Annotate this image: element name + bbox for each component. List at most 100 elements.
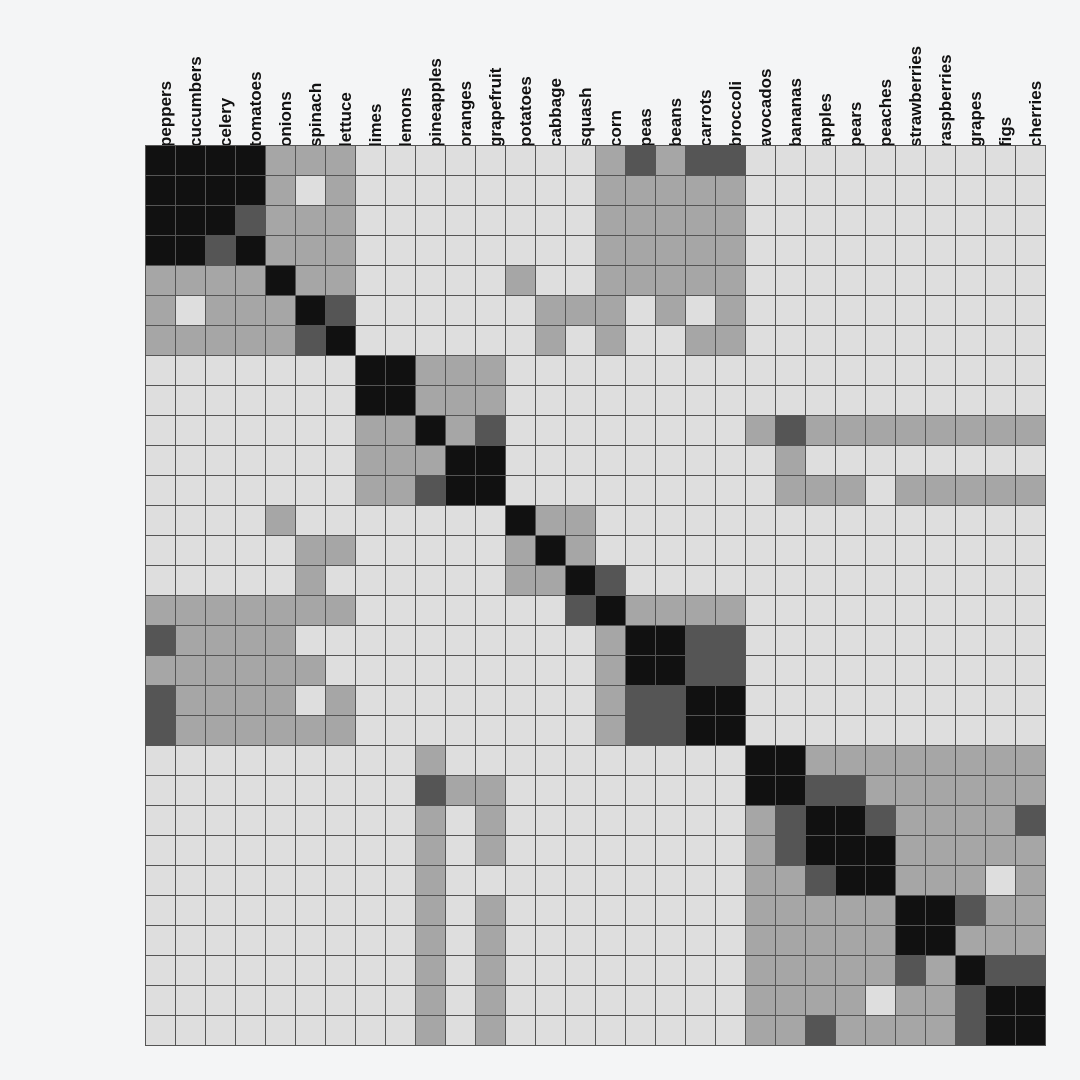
heatmap-cell: [566, 296, 596, 326]
heatmap-cell: [176, 296, 206, 326]
heatmap-cell: [446, 416, 476, 446]
heatmap-cell: [926, 1016, 956, 1046]
heatmap-cell: [1016, 746, 1046, 776]
heatmap-cell: [686, 1016, 716, 1046]
heatmap-cell: [686, 476, 716, 506]
heatmap-cell: [266, 1016, 296, 1046]
heatmap-cell: [716, 956, 746, 986]
heatmap-cell: [386, 206, 416, 236]
x-tick-label: broccoli: [726, 81, 746, 147]
heatmap-cell: [776, 296, 806, 326]
heatmap-cell: [236, 716, 266, 746]
heatmap-cell: [716, 536, 746, 566]
heatmap-cell: [236, 806, 266, 836]
heatmap-cell: [206, 506, 236, 536]
heatmap-cell: [146, 356, 176, 386]
heatmap-cell: [416, 626, 446, 656]
x-tick-label: tomatoes: [246, 71, 266, 147]
heatmap-cell: [566, 806, 596, 836]
heatmap-cell: [266, 176, 296, 206]
heatmap-cell: [506, 656, 536, 686]
heatmap-cell: [956, 296, 986, 326]
heatmap-cell: [716, 146, 746, 176]
heatmap-cell: [236, 386, 266, 416]
heatmap-cell: [476, 986, 506, 1016]
heatmap-cell: [506, 446, 536, 476]
heatmap-cell: [626, 866, 656, 896]
heatmap-cell: [476, 896, 506, 926]
heatmap-cell: [926, 956, 956, 986]
heatmap-cell: [206, 926, 236, 956]
heatmap-cell: [806, 596, 836, 626]
heatmap-cell: [266, 686, 296, 716]
heatmap-cell: [446, 326, 476, 356]
heatmap-cell: [626, 626, 656, 656]
heatmap-cell: [866, 386, 896, 416]
heatmap-cell: [356, 746, 386, 776]
heatmap-cell: [866, 446, 896, 476]
heatmap-cell: [716, 866, 746, 896]
heatmap-cell: [596, 866, 626, 896]
heatmap-cell: [626, 596, 656, 626]
heatmap-cell: [956, 806, 986, 836]
heatmap-cell: [746, 596, 776, 626]
heatmap-cell: [1016, 206, 1046, 236]
heatmap-cell: [416, 866, 446, 896]
heatmap-cell: [446, 296, 476, 326]
heatmap-cell: [956, 326, 986, 356]
heatmap-cell: [236, 596, 266, 626]
heatmap-cell: [806, 686, 836, 716]
heatmap-cell: [746, 206, 776, 236]
heatmap-cell: [296, 656, 326, 686]
heatmap-cell: [956, 716, 986, 746]
heatmap-cell: [476, 266, 506, 296]
heatmap-cell: [746, 896, 776, 926]
x-tick-label: squash: [576, 87, 596, 147]
heatmap-cell: [536, 986, 566, 1016]
heatmap-cell: [806, 866, 836, 896]
heatmap-cell: [476, 506, 506, 536]
heatmap-cell: [896, 416, 926, 446]
heatmap-cell: [596, 776, 626, 806]
heatmap-cell: [746, 1016, 776, 1046]
heatmap-cell: [626, 566, 656, 596]
heatmap-cell: [836, 236, 866, 266]
heatmap-cell: [146, 596, 176, 626]
heatmap-cell: [266, 626, 296, 656]
heatmap-cell: [326, 596, 356, 626]
heatmap-cell: [926, 386, 956, 416]
heatmap-cell: [296, 476, 326, 506]
heatmap-cell: [776, 536, 806, 566]
heatmap-cell: [956, 386, 986, 416]
heatmap-cell: [686, 776, 716, 806]
heatmap-cell: [956, 476, 986, 506]
heatmap-cell: [746, 416, 776, 446]
heatmap-cell: [926, 776, 956, 806]
heatmap-cell: [986, 776, 1016, 806]
x-tick-label: celery: [216, 98, 236, 147]
heatmap-cell: [956, 1016, 986, 1046]
heatmap-cell: [596, 986, 626, 1016]
heatmap-cell: [656, 266, 686, 296]
heatmap-cell: [986, 806, 1016, 836]
heatmap-cell: [746, 566, 776, 596]
heatmap-cell: [866, 656, 896, 686]
heatmap-cell: [716, 926, 746, 956]
heatmap-cell: [716, 986, 746, 1016]
heatmap-cell: [1016, 446, 1046, 476]
heatmap-cell: [926, 686, 956, 716]
heatmap-cell: [626, 836, 656, 866]
heatmap-cell: [746, 866, 776, 896]
heatmap-cell: [176, 896, 206, 926]
heatmap-cell: [326, 506, 356, 536]
heatmap-cell: [536, 566, 566, 596]
heatmap-cell: [776, 926, 806, 956]
heatmap-cell: [866, 626, 896, 656]
heatmap-cell: [986, 1016, 1016, 1046]
heatmap-cell: [236, 146, 266, 176]
heatmap-cell: [866, 476, 896, 506]
heatmap-cell: [956, 686, 986, 716]
heatmap-cell: [536, 176, 566, 206]
heatmap-cell: [566, 896, 596, 926]
heatmap-cell: [776, 896, 806, 926]
